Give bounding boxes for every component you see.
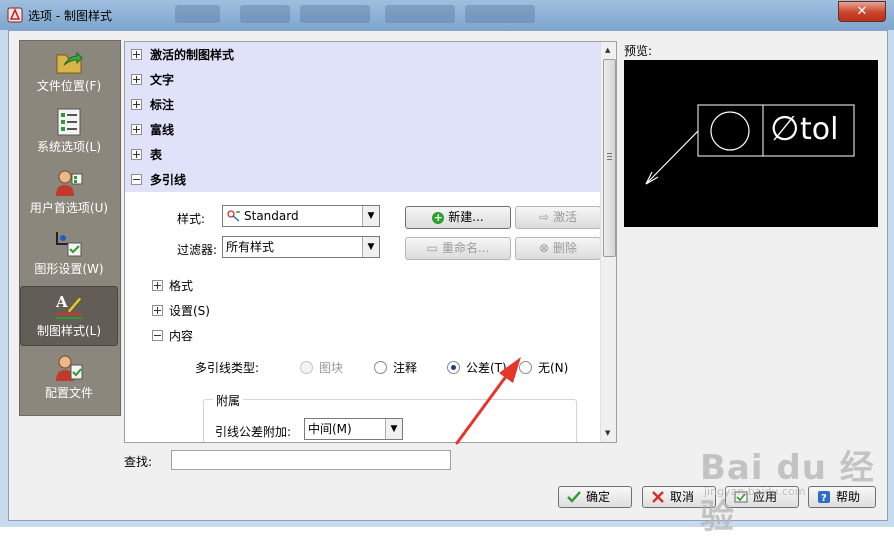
radio-annotation[interactable]: 注释 [374,359,417,376]
sidebar-item-label: 图形设置(W) [34,262,104,276]
plus-circle-icon: + [432,210,445,224]
multileader-style-icon [227,210,240,222]
checklist-icon [57,108,81,136]
expand-plus-icon[interactable] [131,49,142,60]
vertical-scrollbar[interactable]: ▲ ▼ [600,42,616,442]
arrow-right-icon: ⇨ [538,210,550,224]
new-style-button[interactable]: + 新建... [405,206,511,229]
sidebar: 文件位置(F) 系统选项(L) 用户首选项(U) 图形设置(W) A 制图样式(… [19,40,121,416]
options-window: 选项 - 制图样式 ✕ 文件位置(F) 系统选项(L) 用户首选项(U) 图形设… [0,0,894,537]
rename-icon: ▭ [426,241,438,255]
dropdown-arrow-icon[interactable]: ▼ [362,237,379,257]
dropdown-arrow-icon[interactable]: ▼ [362,206,379,226]
radio-button[interactable] [300,361,313,374]
scrollbar-thumb[interactable] [603,59,616,257]
leader-tolerance-attach-combobox[interactable]: 中间(M) ▼ [304,418,403,440]
expand-plus-icon[interactable] [131,124,142,135]
tree-row[interactable] [125,67,600,92]
preview-label: 预览: [624,44,653,58]
collapse-minus-icon[interactable] [131,174,142,185]
style-label: 样式: [177,212,206,226]
folder-arrow-icon [56,51,83,74]
subsection-format[interactable]: 格式 [152,277,193,294]
tree-section-dimension[interactable]: 标注 [131,93,174,118]
tree-row[interactable] [125,117,600,142]
radio-block[interactable]: 图块 [300,359,343,376]
settings-tree-panel: 激活的制图样式 文字 标注 富线 表 多引线 样式: Standard ▼ + 新… [124,41,617,443]
ok-button[interactable]: 确定 [558,486,632,508]
radio-button[interactable] [374,361,387,374]
rename-button[interactable]: ▭ 重命名... [405,237,511,260]
multileader-type-label: 多引线类型: [195,361,260,375]
sidebar-item-label: 文件位置(F) [36,79,102,93]
background-taskbar-ghost [385,5,455,23]
background-taskbar-ghost [300,5,370,23]
graphics-settings-icon [56,232,82,257]
expand-plus-icon[interactable] [152,280,163,291]
tree-section-text[interactable]: 文字 [131,68,174,93]
sidebar-item-file-locations[interactable]: 文件位置(F) [21,42,117,100]
preview-canvas: ∅ tol [624,60,878,227]
expand-plus-icon[interactable] [131,74,142,85]
svg-text:A: A [55,293,68,311]
leader-tolerance-attach-label: 引线公差附加: [215,425,292,439]
filter-combobox[interactable]: 所有样式 ▼ [222,236,380,258]
user-settings-icon [56,170,83,196]
tree-row[interactable] [125,142,600,167]
subsection-settings[interactable]: 设置(S) [152,302,210,319]
tolerance-preview-graphic [645,104,855,185]
delete-icon: ⊗ [538,241,550,255]
red-annotation-arrow-icon [455,357,521,445]
tree-section-multiline[interactable]: 富线 [131,118,174,143]
sidebar-item-label: 制图样式(L) [36,324,102,338]
sidebar-item-profiles[interactable]: 配置文件 [21,349,117,407]
sidebar-item-label: 用户首选项(U) [29,201,109,215]
style-combobox[interactable]: Standard ▼ [222,205,380,227]
collapse-minus-icon[interactable] [152,330,163,341]
tree-section-active-style[interactable]: 激活的制图样式 [131,43,234,68]
app-icon [7,7,23,23]
cross-icon [652,490,664,503]
profile-icon [56,355,83,381]
expand-plus-icon[interactable] [152,305,163,316]
delete-button[interactable]: ⊗ 删除 [515,237,601,260]
sidebar-item-user-preferences[interactable]: 用户首选项(U) [21,164,117,222]
title-bar[interactable]: 选项 - 制图样式 ✕ [0,0,894,30]
tree-row[interactable] [125,92,600,117]
sidebar-item-graphics-settings[interactable]: 图形设置(W) [21,225,117,283]
sidebar-item-drafting-styles[interactable]: A 制图样式(L) [20,286,118,346]
search-input[interactable] [171,450,451,470]
baidu-watermark-url: jingyan.baidu.com [704,485,806,498]
background-taskbar-ghost [465,5,535,23]
scroll-down-icon[interactable]: ▼ [605,429,610,437]
background-taskbar-ghost [240,5,290,23]
dropdown-arrow-icon[interactable]: ▼ [385,419,402,439]
attachment-group-title: 附属 [213,392,244,409]
activate-button[interactable]: ⇨ 激活 [515,206,601,229]
subsection-content[interactable]: 内容 [152,327,193,344]
tree-section-multileader[interactable]: 多引线 [131,168,186,193]
tree-section-table[interactable]: 表 [131,143,162,168]
background-taskbar-ghost [175,5,220,23]
window-title: 选项 - 制图样式 [28,9,112,23]
sidebar-item-system-options[interactable]: 系统选项(L) [21,103,117,161]
expand-plus-icon[interactable] [131,149,142,160]
checkmark-icon [567,490,581,503]
search-label: 查找: [124,455,153,469]
drafting-style-icon: A [55,293,83,319]
preview-tol-text: tol [800,112,839,147]
close-button[interactable]: ✕ [838,1,886,22]
sidebar-item-label: 系统选项(L) [36,140,102,154]
filter-label: 过滤器: [177,243,218,257]
expand-plus-icon[interactable] [131,99,142,110]
diameter-symbol: ∅ [770,109,800,149]
tree-row[interactable] [125,167,600,192]
sidebar-item-label: 配置文件 [44,386,93,400]
scroll-up-icon[interactable]: ▲ [605,46,610,54]
